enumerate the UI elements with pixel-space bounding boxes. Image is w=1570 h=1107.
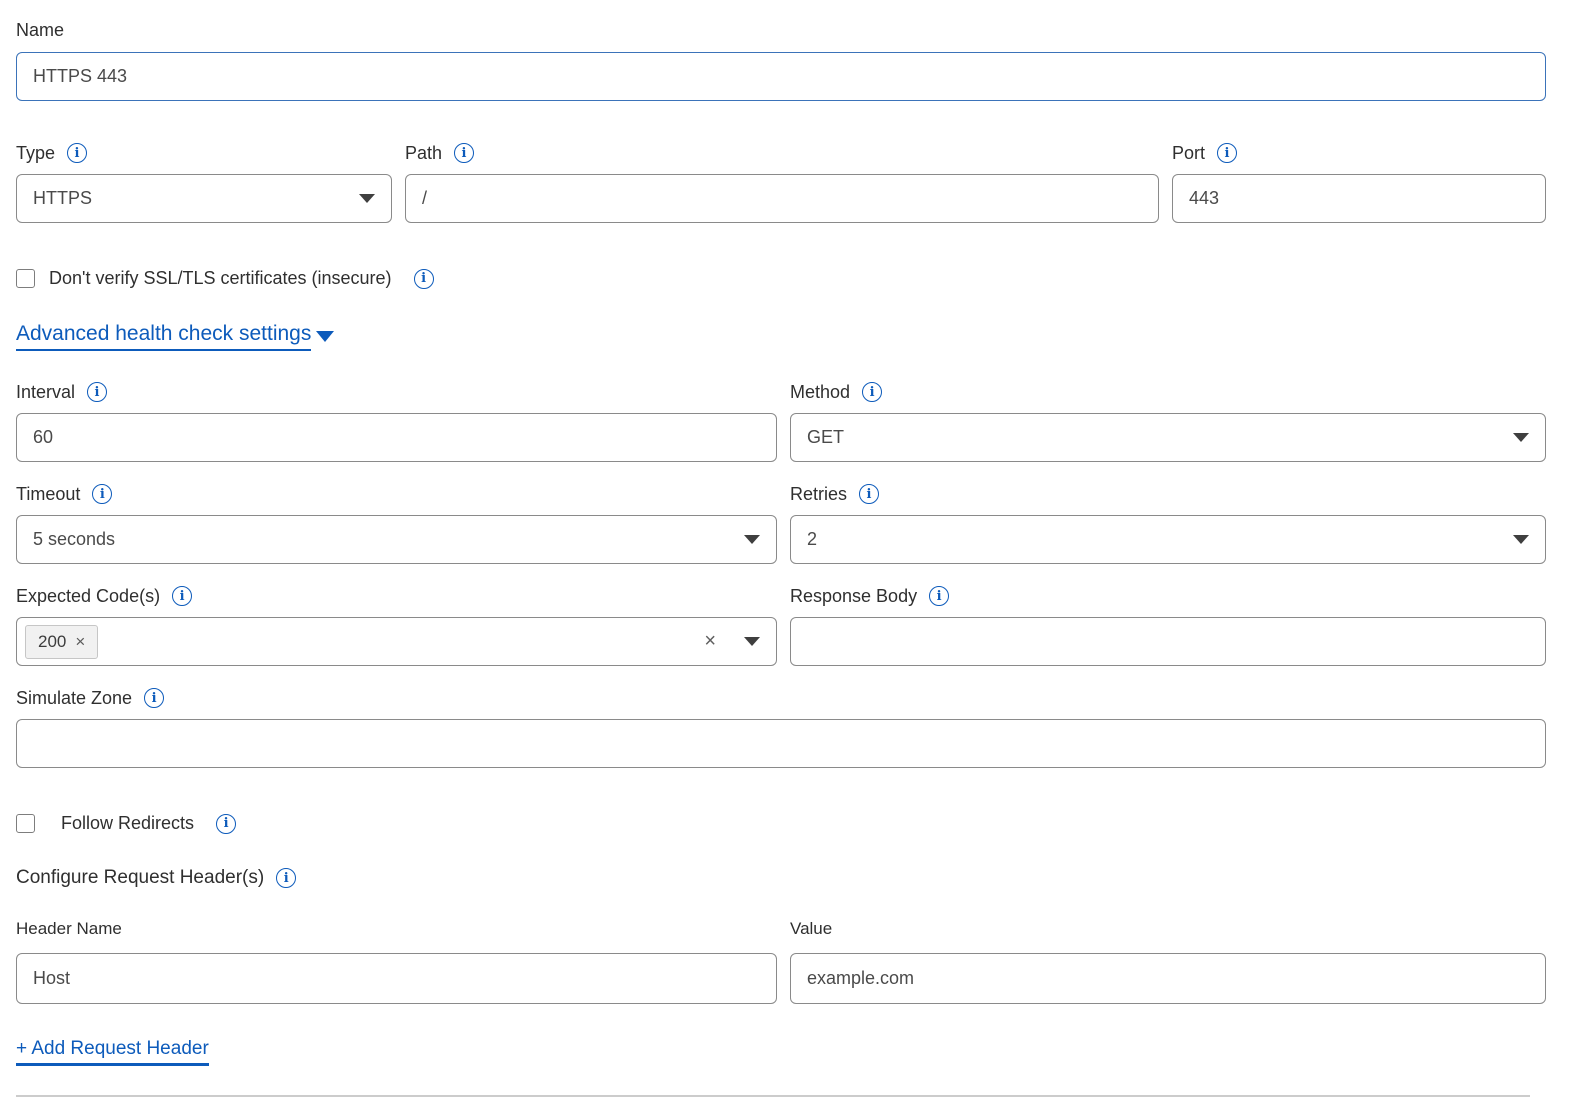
ssl-verify-info-icon[interactable]: i bbox=[414, 269, 434, 289]
chevron-down-icon bbox=[744, 535, 760, 544]
port-input[interactable] bbox=[1172, 174, 1546, 223]
timeout-select-value: 5 seconds bbox=[33, 529, 734, 550]
port-field-group: Port i bbox=[1172, 141, 1546, 223]
timeout-field-group: Timeout i 5 seconds bbox=[16, 482, 777, 564]
chevron-down-icon[interactable] bbox=[744, 637, 760, 646]
response-body-info-icon[interactable]: i bbox=[929, 586, 949, 606]
header-name-label: Header Name bbox=[16, 917, 122, 941]
chevron-down-icon bbox=[1513, 535, 1529, 544]
advanced-settings-link[interactable]: Advanced health check settings bbox=[16, 322, 334, 351]
type-field-group: Type i HTTPS bbox=[16, 141, 392, 223]
method-select[interactable]: GET bbox=[790, 413, 1546, 462]
health-check-form: Name Type i HTTPS Path i Port i bbox=[0, 0, 1570, 1097]
type-info-icon[interactable]: i bbox=[67, 143, 87, 163]
timeout-label: Timeout bbox=[16, 482, 80, 506]
name-input[interactable] bbox=[16, 52, 1546, 101]
path-input[interactable] bbox=[405, 174, 1159, 223]
port-info-icon[interactable]: i bbox=[1217, 143, 1237, 163]
ssl-verify-checkbox-row: Don't verify SSL/TLS certificates (insec… bbox=[16, 268, 1546, 289]
triangle-down-icon bbox=[316, 331, 334, 342]
simulate-zone-label: Simulate Zone bbox=[16, 686, 132, 710]
interval-label: Interval bbox=[16, 380, 75, 404]
advanced-settings-link-text: Advanced health check settings bbox=[16, 322, 311, 351]
simulate-zone-info-icon[interactable]: i bbox=[144, 688, 164, 708]
section-divider bbox=[16, 1095, 1530, 1097]
ssl-verify-label: Don't verify SSL/TLS certificates (insec… bbox=[49, 268, 392, 289]
expected-codes-field-group: Expected Code(s) i 200 × × bbox=[16, 584, 777, 666]
path-field-group: Path i bbox=[405, 141, 1159, 223]
name-field-group: Name bbox=[16, 18, 1546, 101]
expected-codes-label: Expected Code(s) bbox=[16, 584, 160, 608]
type-select-value: HTTPS bbox=[33, 188, 349, 209]
simulate-zone-input[interactable] bbox=[16, 719, 1546, 768]
method-label: Method bbox=[790, 380, 850, 404]
header-row: Header Name Value bbox=[16, 917, 1546, 1004]
expected-codes-info-icon[interactable]: i bbox=[172, 586, 192, 606]
interval-info-icon[interactable]: i bbox=[87, 382, 107, 402]
retries-info-icon[interactable]: i bbox=[859, 484, 879, 504]
add-request-header-link[interactable]: + Add Request Header bbox=[16, 1038, 209, 1066]
chevron-down-icon bbox=[359, 194, 375, 203]
codes-body-row: Expected Code(s) i 200 × × Response Body… bbox=[16, 584, 1546, 666]
type-select[interactable]: HTTPS bbox=[16, 174, 392, 223]
response-body-label: Response Body bbox=[790, 584, 917, 608]
request-headers-section: Configure Request Header(s) i bbox=[16, 866, 1546, 890]
port-label: Port bbox=[1172, 141, 1205, 165]
type-path-port-row: Type i HTTPS Path i Port i bbox=[16, 141, 1546, 223]
simulate-zone-field-group: Simulate Zone i bbox=[16, 686, 1546, 768]
timeout-retries-row: Timeout i 5 seconds Retries i 2 bbox=[16, 482, 1546, 564]
path-label: Path bbox=[405, 141, 442, 165]
retries-select-value: 2 bbox=[807, 529, 1503, 550]
follow-redirects-checkbox[interactable] bbox=[16, 814, 35, 833]
type-label: Type bbox=[16, 141, 55, 165]
interval-field-group: Interval i bbox=[16, 380, 777, 462]
header-value-field-group: Value bbox=[790, 917, 1546, 1004]
header-name-input[interactable] bbox=[16, 953, 777, 1004]
remove-tag-icon[interactable]: × bbox=[75, 632, 85, 652]
header-value-label: Value bbox=[790, 917, 832, 941]
chevron-down-icon bbox=[1513, 433, 1529, 442]
follow-redirects-label: Follow Redirects bbox=[61, 813, 194, 834]
header-name-field-group: Header Name bbox=[16, 917, 777, 1004]
retries-select[interactable]: 2 bbox=[790, 515, 1546, 564]
request-headers-section-label: Configure Request Header(s) bbox=[16, 866, 264, 890]
timeout-info-icon[interactable]: i bbox=[92, 484, 112, 504]
method-field-group: Method i GET bbox=[790, 380, 1546, 462]
ssl-verify-checkbox[interactable] bbox=[16, 269, 35, 288]
response-body-input[interactable] bbox=[790, 617, 1546, 666]
retries-label: Retries bbox=[790, 482, 847, 506]
response-body-field-group: Response Body i bbox=[790, 584, 1546, 666]
method-select-value: GET bbox=[807, 427, 1503, 448]
follow-redirects-checkbox-row: Follow Redirects i bbox=[16, 813, 1546, 834]
path-info-icon[interactable]: i bbox=[454, 143, 474, 163]
interval-method-row: Interval i Method i GET bbox=[16, 380, 1546, 462]
retries-field-group: Retries i 2 bbox=[790, 482, 1546, 564]
method-info-icon[interactable]: i bbox=[862, 382, 882, 402]
timeout-select[interactable]: 5 seconds bbox=[16, 515, 777, 564]
request-headers-info-icon[interactable]: i bbox=[276, 868, 296, 888]
name-label: Name bbox=[16, 18, 64, 42]
clear-all-icon[interactable]: × bbox=[704, 630, 716, 653]
interval-input[interactable] bbox=[16, 413, 777, 462]
expected-codes-multiselect[interactable]: 200 × × bbox=[16, 617, 777, 666]
follow-redirects-info-icon[interactable]: i bbox=[216, 814, 236, 834]
expected-code-tag: 200 × bbox=[25, 625, 98, 659]
expected-code-tag-value: 200 bbox=[38, 632, 66, 652]
header-value-input[interactable] bbox=[790, 953, 1546, 1004]
